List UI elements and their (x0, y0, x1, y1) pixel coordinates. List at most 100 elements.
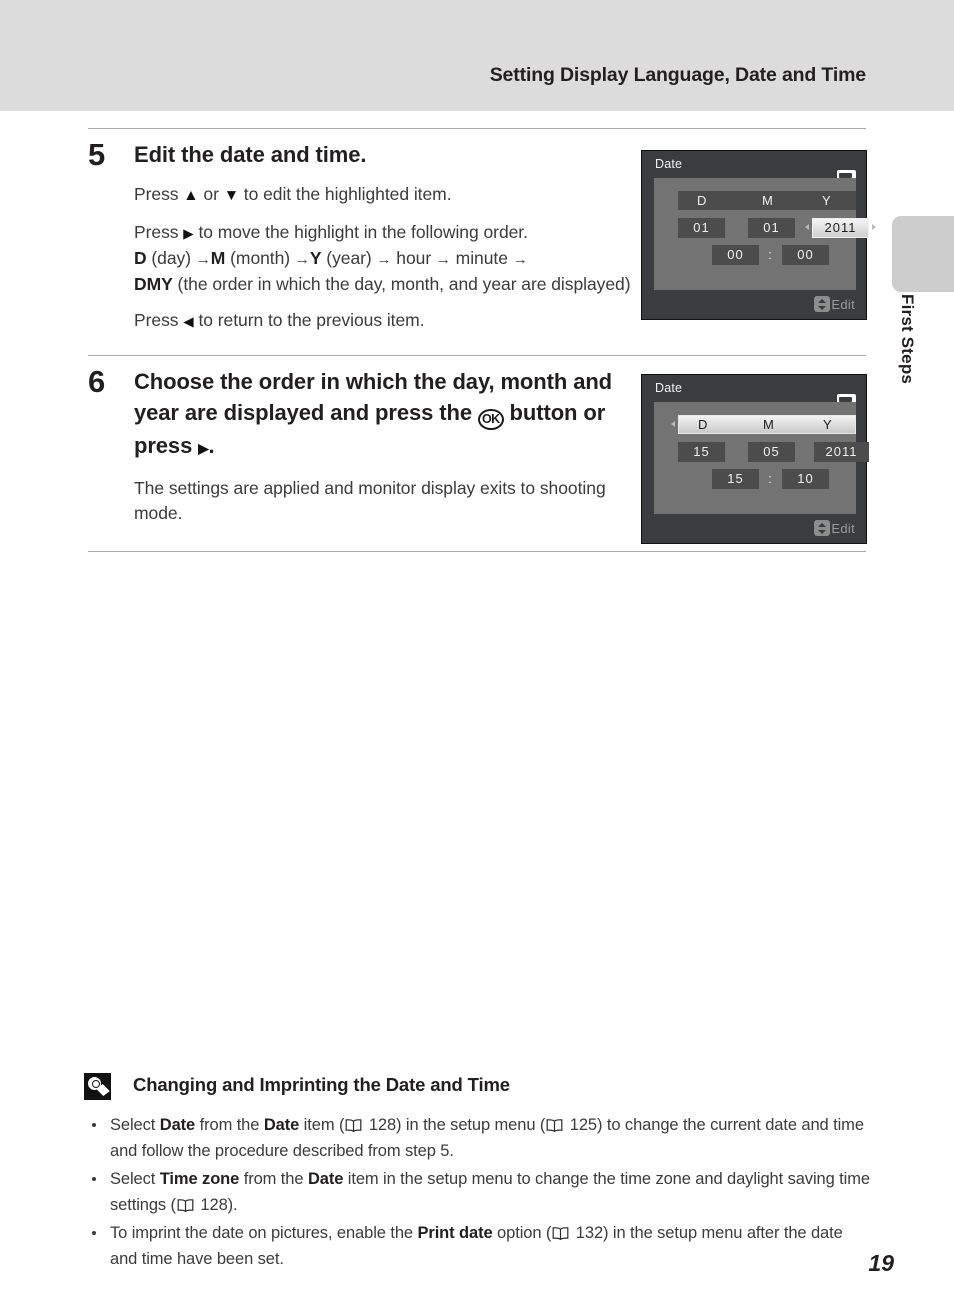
down-triangle-icon: ▼ (223, 187, 239, 204)
camera-screen-step5: Date D M Y 01 01 2011 00 : 00 Edit (641, 150, 876, 320)
dmy-label-y: Y (822, 193, 831, 208)
tip-note-text: To imprint the date on pictures, enable … (110, 1224, 418, 1242)
bullet-dot (92, 1231, 96, 1235)
step-5-p3-post: to return to the previous item. (193, 310, 425, 330)
step-5-key-d: D (134, 248, 147, 268)
arrow-right-icon: → (435, 251, 451, 268)
book-reference-icon (177, 1199, 194, 1212)
step-5-day-text: (day) (146, 248, 196, 268)
tip-note-text: Select (110, 1170, 160, 1188)
camera-screen-body: D M Y 01 01 2011 00 : 00 (654, 178, 876, 292)
step-5-paragraph-1: Press ▲ or ▼ to edit the highlighted ite… (134, 182, 648, 208)
divider-top (88, 128, 866, 129)
dmy-header-row[interactable]: D M Y (678, 191, 856, 210)
dmy-label-m: M (762, 193, 773, 208)
step-6-heading: Choose the order in which the day, month… (134, 366, 648, 464)
edit-hint-label: Edit (831, 297, 855, 312)
camera-screen-footer: Edit (642, 514, 866, 543)
book-reference-icon (552, 1227, 569, 1240)
left-arrow-icon (805, 224, 809, 230)
tip-note-text: item ( (299, 1116, 345, 1134)
tip-note-text: 128). (195, 1196, 238, 1214)
up-down-arrows-icon (814, 520, 831, 536)
time-colon: : (768, 247, 773, 262)
step-5-p1-or: or (198, 184, 224, 204)
minute-value[interactable]: 00 (782, 245, 829, 265)
bullet-dot (92, 1177, 96, 1181)
ok-button-icon: OK (477, 409, 504, 430)
step-6: 6 Choose the order in which the day, mon… (88, 366, 648, 526)
right-triangle-icon: ▶ (183, 226, 194, 241)
tip-note-emphasis: Date (159, 1116, 196, 1134)
hour-value[interactable]: 15 (712, 469, 759, 489)
edit-hint: Edit (814, 520, 855, 538)
tip-note-emphasis: Time zone (159, 1170, 240, 1188)
bullet-dot (92, 1123, 96, 1127)
page-header-band (0, 0, 954, 111)
section-tab (892, 216, 954, 292)
step-5-year-text: (year) (321, 248, 377, 268)
time-colon: : (768, 471, 773, 486)
year-value-selected[interactable]: 2011 (812, 218, 869, 238)
step-5-p3-pre: Press (134, 310, 184, 330)
tip-note-text: option ( (492, 1224, 552, 1242)
arrow-right-icon: → (512, 251, 528, 268)
manual-page: Setting Display Language, Date and Time … (0, 0, 954, 1314)
divider-bottom (88, 551, 866, 552)
dmy-header-row-selected[interactable]: D M Y (678, 415, 856, 434)
day-value[interactable]: 15 (678, 442, 725, 462)
month-value[interactable]: 01 (748, 218, 795, 238)
camera-screen-title: Date (642, 151, 866, 178)
book-reference-icon (546, 1119, 563, 1132)
up-triangle-icon: ▲ (183, 187, 199, 204)
tip-note-text: from the (239, 1170, 308, 1188)
tip-note: Changing and Imprinting the Date and Tim… (84, 1073, 874, 1274)
step-5-key-m: M (210, 248, 226, 268)
month-value[interactable]: 05 (748, 442, 795, 462)
left-triangle-icon: ◀ (183, 314, 194, 329)
right-triangle-icon: ▶ (198, 441, 209, 456)
day-value[interactable]: 01 (678, 218, 725, 238)
tip-note-text: from the (195, 1116, 264, 1134)
minute-value[interactable]: 10 (782, 469, 829, 489)
step-5-minute-text: minute (450, 248, 513, 268)
dmy-label-m: M (763, 417, 774, 432)
tip-note-text: Select (110, 1116, 160, 1134)
camera-screen-footer: Edit (642, 290, 866, 319)
dmy-label-y: Y (823, 417, 832, 432)
step-5-dmy-text: (the order in which the day, month, and … (172, 274, 631, 294)
step-5: 5 Edit the date and time. Press ▲ or ▼ t… (88, 139, 648, 334)
tip-note-emphasis: Date (307, 1170, 344, 1188)
step-5-key-y: Y (309, 248, 322, 268)
camera-screen-body: D M Y 15 05 2011 15 : 10 (654, 402, 869, 516)
divider-middle (88, 355, 866, 356)
step-5-key-dmy: DMY (134, 274, 173, 294)
step-5-p1-pre: Press (134, 184, 184, 204)
page-title: Setting Display Language, Date and Time (489, 64, 866, 86)
tip-note-emphasis: Print date (417, 1224, 493, 1242)
year-value[interactable]: 2011 (814, 442, 869, 462)
arrow-right-icon: → (195, 251, 211, 268)
step-5-paragraph-2: Press ▶ to move the highlight in the fol… (134, 220, 648, 297)
section-tab-label: First Steps (898, 294, 917, 385)
dmy-label-d: D (697, 193, 707, 208)
hour-value[interactable]: 00 (712, 245, 759, 265)
step-5-month-text: (month) (225, 248, 295, 268)
dmy-label-d: D (698, 417, 708, 432)
arrow-right-icon: → (376, 251, 392, 268)
camera-screen-step6: Date D M Y 15 05 2011 15 : 10 Edit (641, 374, 869, 544)
arrow-right-icon: → (294, 251, 310, 268)
up-down-arrows-icon (814, 296, 831, 312)
step-6-number: 6 (88, 364, 106, 399)
step-5-number: 5 (88, 137, 106, 172)
tip-note-item: Select Time zone from the Date item in t… (84, 1166, 874, 1218)
right-arrow-icon (872, 224, 876, 230)
tip-note-list: Select Date from the Date item ( 128) in… (84, 1112, 874, 1272)
step-5-hour-text: hour (391, 248, 436, 268)
tip-note-item: Select Date from the Date item ( 128) in… (84, 1112, 874, 1164)
step-6-heading-c: . (208, 433, 215, 458)
edit-hint: Edit (814, 296, 855, 314)
step-5-p2-post: to move the highlight in the following o… (193, 222, 528, 242)
tip-note-text: 128) in the setup menu ( (364, 1116, 546, 1134)
left-arrow-icon (671, 421, 675, 427)
